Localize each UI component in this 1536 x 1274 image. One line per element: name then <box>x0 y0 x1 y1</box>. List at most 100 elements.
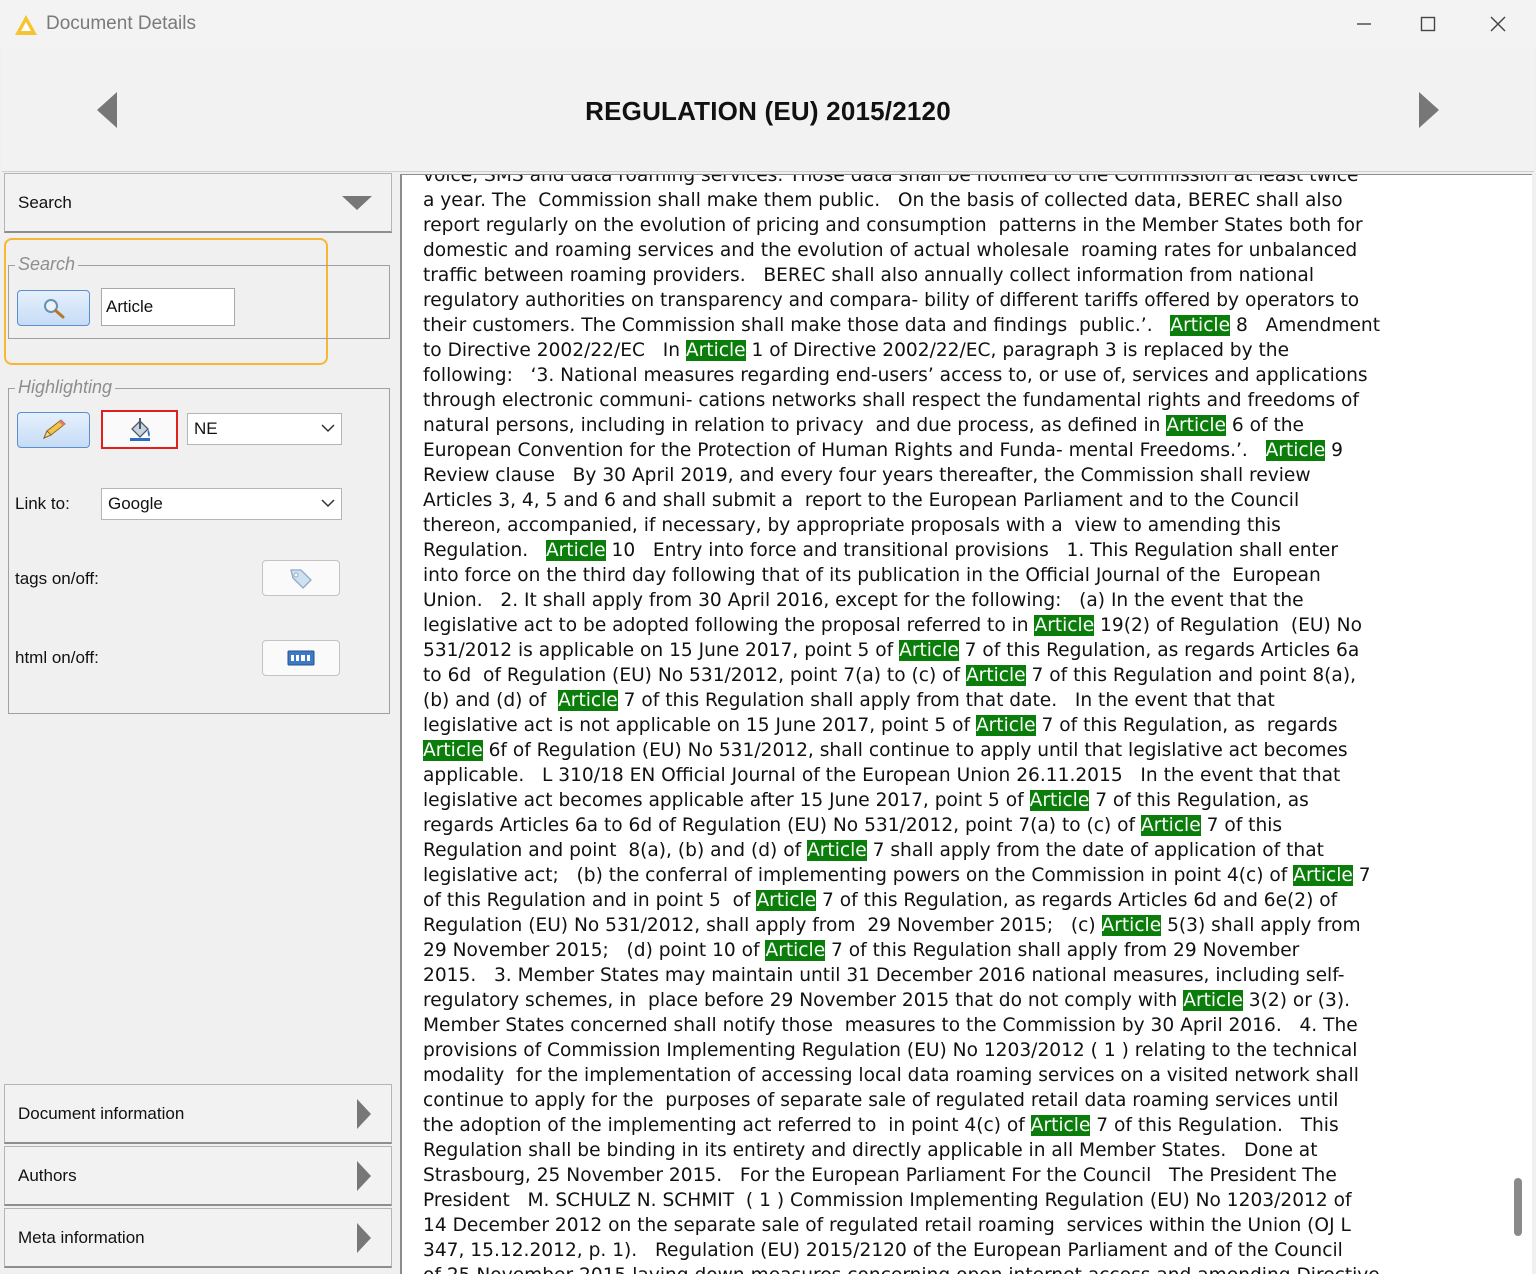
magnifier-icon <box>43 299 64 319</box>
search-section-header[interactable]: Search <box>4 173 392 233</box>
highlighted-term: Article <box>975 715 1036 736</box>
highlighted-term: Article <box>899 640 959 661</box>
document-line: Review clause By 30 April 2019, and ever… <box>423 465 1311 486</box>
document-line: President M. SCHULZ N. SCHMIT ( 1 ) Comm… <box>423 1190 1352 1211</box>
document-information-section[interactable]: Document information <box>4 1084 392 1144</box>
document-line: natural persons, including in relation t… <box>423 415 1304 436</box>
document-line: 347, 15.12.2012, p. 1). Regulation (EU) … <box>423 1240 1343 1261</box>
document-line: Union. 2. It shall apply from 30 April 2… <box>423 590 1304 611</box>
highlighted-term: Article <box>1265 440 1326 461</box>
chevron-down-icon <box>342 195 372 210</box>
document-line: a year. The Commission shall make them p… <box>423 190 1343 211</box>
document-line: (b) and (d) of Article 7 of this Regulat… <box>423 690 1275 711</box>
pencil-icon <box>42 419 66 439</box>
highlight-toggle-button[interactable] <box>17 412 90 448</box>
document-line: of 25 November 2015 laying down measures… <box>423 1263 1483 1274</box>
highlighted-term: Article <box>1166 415 1226 436</box>
document-line: Strasbourg, 25 November 2015. For the Eu… <box>423 1165 1337 1186</box>
title-bar: Document Details <box>0 0 1536 48</box>
authors-section[interactable]: Authors <box>4 1146 392 1206</box>
document-line: Regulation shall be binding in its entir… <box>423 1140 1318 1161</box>
highlighted-term: Article <box>765 940 826 961</box>
document-line: regulatory schemes, in place before 29 N… <box>423 990 1351 1011</box>
highlighted-term: Article <box>685 340 746 361</box>
window-title: Document Details <box>46 13 196 34</box>
document-line: domestic and roaming services and the ev… <box>423 240 1358 261</box>
document-title: REGULATION (EU) 2015/2120 <box>585 96 951 126</box>
minimize-icon <box>1357 23 1371 25</box>
highlight-color-button[interactable] <box>101 410 178 449</box>
document-line: to 6d of Regulation (EU) No 531/2012, po… <box>423 665 1356 686</box>
document-line: Member States concerned shall notify tho… <box>423 1015 1358 1036</box>
link-to-label: Link to: <box>15 494 70 513</box>
highlighted-term: Article <box>1034 615 1095 636</box>
html-toggle-button[interactable] <box>262 640 340 676</box>
document-line: legislative act to be adopted following … <box>423 615 1362 636</box>
highlighted-term: Article <box>1101 915 1162 936</box>
document-line: 531/2012 is applicable on 15 June 2017, … <box>423 640 1360 661</box>
close-button[interactable] <box>1476 8 1520 40</box>
authors-label: Authors <box>18 1165 77 1185</box>
highlighted-term: Article <box>545 540 606 561</box>
document-line: their customers. The Commission shall ma… <box>423 315 1380 336</box>
highlighted-term: Article <box>1141 815 1201 836</box>
document-body: voice, SMS and data roaming services. Th… <box>423 175 1483 1274</box>
document-line: Articles 3, 4, 5 and 6 and shall submit … <box>423 490 1300 511</box>
highlighted-term: Article <box>807 840 867 861</box>
meta-information-section[interactable]: Meta information <box>4 1208 392 1268</box>
meta-information-label: Meta information <box>18 1227 145 1247</box>
tag-icon <box>290 569 312 589</box>
chevron-down-icon <box>321 424 335 433</box>
vertical-scrollbar[interactable] <box>1512 175 1532 1274</box>
document-line: report regularly on the evolution of pri… <box>423 215 1363 236</box>
document-line: the adoption of the implementing act ref… <box>423 1115 1339 1136</box>
document-line: thereon, accompanied, if necessary, by a… <box>423 515 1281 536</box>
tagger-select[interactable]: NE <box>187 413 342 445</box>
document-details-window: Document Details REGULATION (EU) 2015/21… <box>0 0 1536 1274</box>
document-line: through electronic communi- cations netw… <box>423 390 1359 411</box>
search-section-label: Search <box>18 192 72 212</box>
link-to-select[interactable]: Google <box>101 488 342 520</box>
highlighted-term: Article <box>1170 315 1231 336</box>
highlighted-term: Article <box>965 665 1026 686</box>
search-group-legend: Search <box>15 254 79 275</box>
document-header: REGULATION (EU) 2015/2120 <box>2 48 1534 172</box>
maximize-icon <box>1420 16 1436 32</box>
document-line: Regulation and point 8(a), (b) and (d) o… <box>423 840 1324 861</box>
document-line: following: ‘3. National measures regardi… <box>423 365 1368 386</box>
chevron-right-icon <box>357 1160 371 1191</box>
search-input[interactable]: Article <box>101 288 235 326</box>
document-line: regulatory authorities on transparency a… <box>423 290 1360 311</box>
minimize-button[interactable] <box>1342 8 1386 40</box>
tags-toggle-button[interactable] <box>262 560 340 596</box>
document-line: of this Regulation and in point 5 of Art… <box>423 890 1338 911</box>
highlighted-term: Article <box>558 690 618 711</box>
tagger-select-value: NE <box>194 419 218 438</box>
document-line: 29 November 2015; (d) point 10 of Articl… <box>423 940 1300 961</box>
document-line: legislative act; (b) the conferral of im… <box>423 865 1371 886</box>
document-line: 14 December 2012 on the separate sale of… <box>423 1215 1351 1236</box>
document-line: to Directive 2002/22/EC In Article 1 of … <box>423 340 1290 361</box>
close-icon <box>1490 16 1506 32</box>
chevron-down-icon <box>321 499 335 508</box>
document-line: provisions of Commission Implementing Re… <box>423 1040 1358 1061</box>
maximize-button[interactable] <box>1406 8 1450 40</box>
document-text-panel[interactable]: voice, SMS and data roaming services. Th… <box>400 174 1532 1274</box>
document-line: into force on the third day following th… <box>423 565 1321 586</box>
document-line: European Convention for the Protection o… <box>423 440 1343 461</box>
document-line: Regulation. Article 10 Entry into force … <box>423 540 1338 561</box>
highlighted-term: Article <box>1029 790 1090 811</box>
highlighted-term: Article <box>1293 865 1353 886</box>
document-line: Article 6f of Regulation (EU) No 531/201… <box>423 740 1348 761</box>
scrollbar-thumb-visible[interactable] <box>1514 1178 1522 1236</box>
document-line: legislative act is not applicable on 15 … <box>423 715 1338 736</box>
document-line: Regulation (EU) No 531/2012, shall apply… <box>423 915 1361 936</box>
search-button[interactable] <box>17 290 90 326</box>
document-line: traffic between roaming providers. BEREC… <box>423 265 1314 286</box>
document-line: continue to apply for the purposes of se… <box>423 1090 1339 1111</box>
highlighted-term: Article <box>756 890 817 911</box>
chevron-right-icon <box>357 1222 371 1253</box>
tags-toggle-label: tags on/off: <box>15 569 99 588</box>
next-document-button[interactable] <box>1414 88 1444 132</box>
document-information-label: Document information <box>18 1103 185 1123</box>
